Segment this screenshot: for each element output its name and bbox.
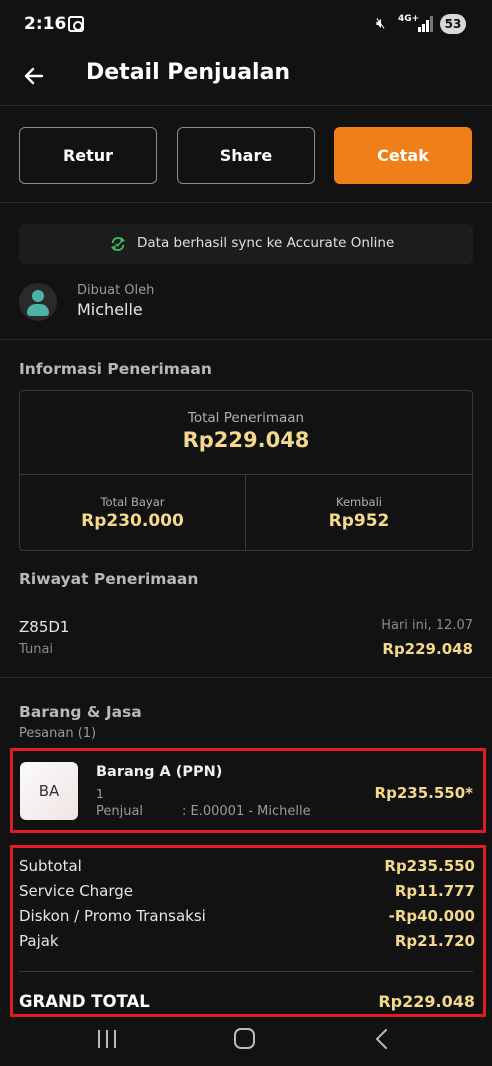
grand-total-label: GRAND TOTAL [19,992,150,1011]
service-charge-value: Rp11.777 [394,882,475,900]
status-bar: 2:16 🔇︎ 4G+ 53 [0,0,492,50]
pajak-label: Pajak [19,932,59,950]
grand-total-row: GRAND TOTAL Rp229.048 [19,992,475,1014]
recent-apps-icon[interactable] [98,1030,118,1048]
action-bar: Retur Share Cetak [0,107,492,203]
user-icon [19,283,57,321]
sync-message: Data berhasil sync ke Accurate Online [137,235,395,251]
subtotal-value: Rp235.550 [384,857,475,875]
retur-button[interactable]: Retur [19,127,157,184]
signal-icon [418,16,434,32]
status-time: 2:16 [24,14,67,34]
creator-info: Dibuat Oleh Michelle [0,280,492,340]
riwayat-time: Hari ini, 12.07 [381,618,473,633]
kembali-label: Kembali [336,495,382,509]
kembali-value: Rp952 [328,511,390,531]
cetak-button[interactable]: Cetak [334,127,472,184]
item-name: Barang A (PPN) [96,764,223,780]
item-seller-value: : E.00001 - Michelle [182,804,311,819]
diskon-row: Diskon / Promo Transaksi -Rp40.000 [19,907,475,929]
subtotal-row: Subtotal Rp235.550 [19,857,475,879]
sync-icon [111,237,125,251]
system-nav-bar [0,1018,492,1066]
pajak-value: Rp21.720 [394,932,475,950]
total-penerimaan-label: Total Penerimaan [187,410,305,426]
informasi-title: Informasi Penerimaan [19,360,212,378]
riwayat-amount: Rp229.048 [382,640,473,658]
total-bayar-label: Total Bayar [100,495,165,509]
item-price: Rp235.550* [374,784,473,802]
share-button[interactable]: Share [177,127,315,184]
diskon-value: -Rp40.000 [388,907,475,925]
page-title: Detail Penjualan [86,60,291,85]
riwayat-title: Riwayat Penerimaan [19,570,199,588]
total-bayar: Total Bayar Rp230.000 [20,475,246,550]
item-thumbnail: BA [20,762,78,820]
list-item[interactable]: BA Barang A (PPN) 1 Penjual : E.00001 - … [10,748,486,833]
subtotal-label: Subtotal [19,857,82,875]
back-nav-icon[interactable] [372,1028,392,1050]
network-type: 4G+ [398,14,420,24]
riwayat-method: Tunai [19,642,54,657]
total-penerimaan: Total Penerimaan Rp229.048 [20,391,472,475]
creator-label: Dibuat Oleh [77,283,155,298]
arrow-left-icon[interactable] [22,64,46,88]
pajak-row: Pajak Rp21.720 [19,932,475,954]
app-header: Detail Penjualan [0,50,492,106]
total-bayar-value: Rp230.000 [81,511,184,531]
item-seller-label: Penjual [96,804,144,819]
service-charge-label: Service Charge [19,882,134,900]
total-penerimaan-value: Rp229.048 [182,428,310,452]
kembali: Kembali Rp952 [246,475,472,550]
service-charge-row: Service Charge Rp11.777 [19,882,475,904]
battery-indicator: 53 [440,14,466,34]
home-icon[interactable] [234,1028,255,1049]
pesanan-count: Pesanan (1) [19,726,97,741]
riwayat-id: Z85D1 [19,618,70,636]
item-qty: 1 [96,786,104,801]
grand-total-value: Rp229.048 [378,992,475,1011]
screen-record-icon [68,16,84,32]
totals-divider [19,971,473,972]
creator-name: Michelle [77,300,143,319]
mute-icon: 🔇︎ [376,14,386,32]
barang-title: Barang & Jasa [19,703,142,721]
diskon-label: Diskon / Promo Transaksi [19,907,206,925]
riwayat-entry[interactable]: Z85D1 Tunai Hari ini, 12.07 Rp229.048 [0,608,492,678]
informasi-box: Total Penerimaan Rp229.048 Total Bayar R… [19,390,473,551]
totals-summary: Subtotal Rp235.550 Service Charge Rp11.7… [10,845,486,1017]
sync-banner: Data berhasil sync ke Accurate Online [19,224,473,264]
